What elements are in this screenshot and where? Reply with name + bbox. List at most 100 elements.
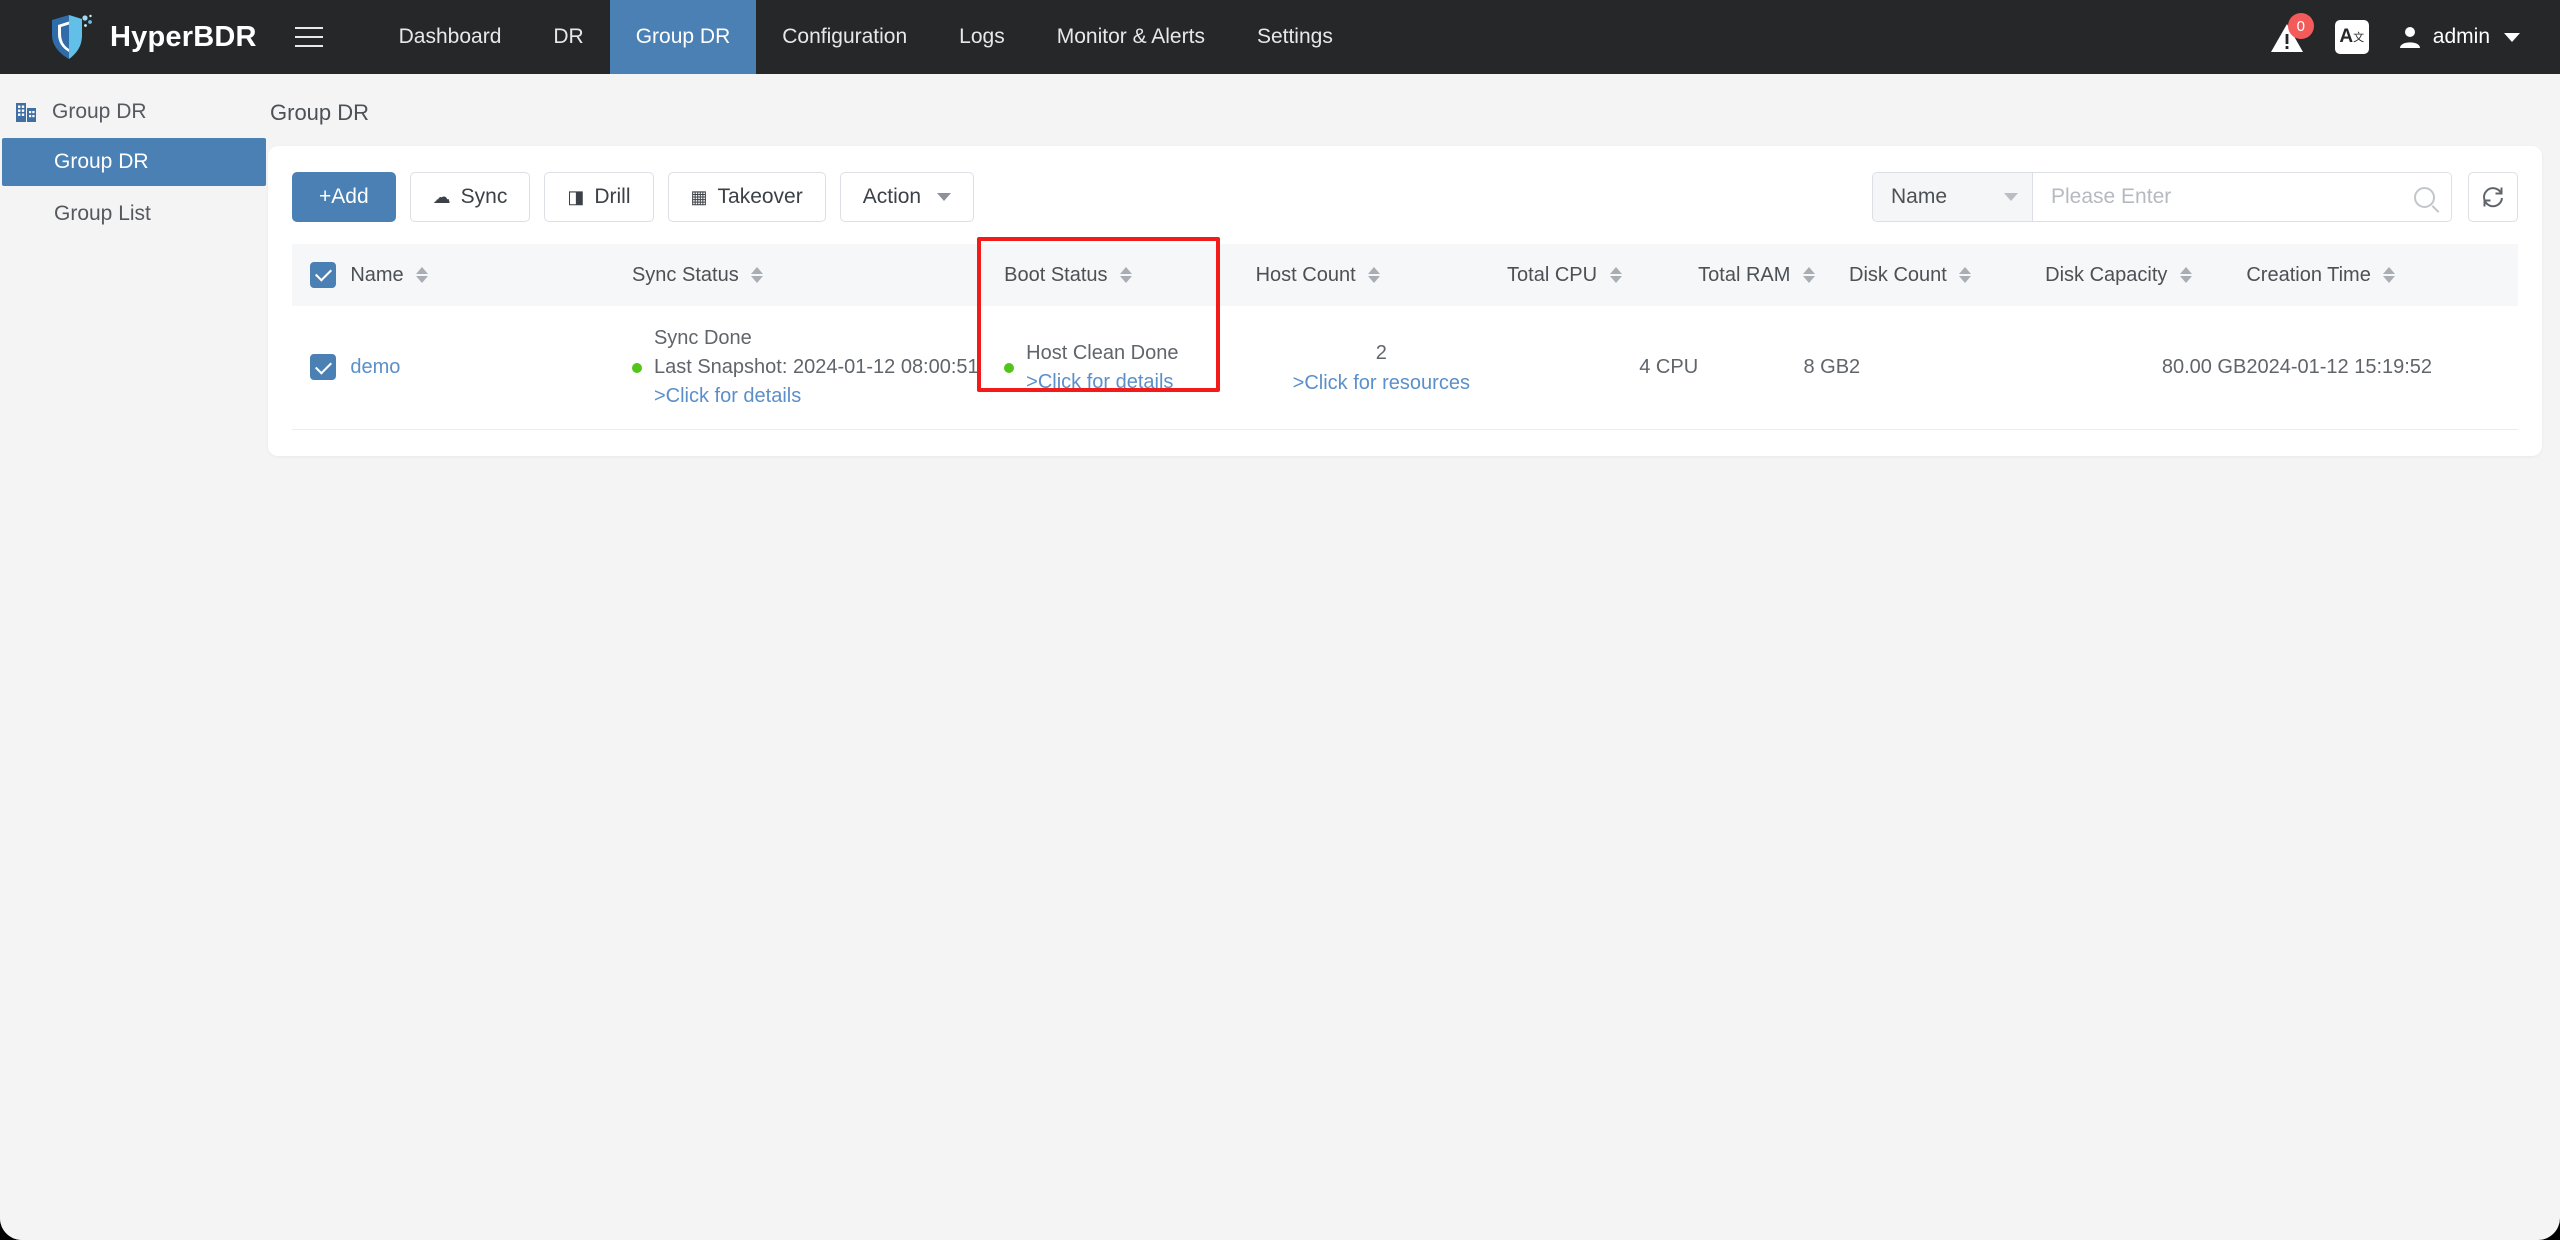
cell-disk-count: 2 <box>1849 306 2046 430</box>
sync-status-text: Sync Done <box>653 327 752 349</box>
sort-icon[interactable] <box>1959 267 1972 284</box>
search-icon[interactable] <box>2414 186 2435 208</box>
sort-icon[interactable] <box>2383 267 2396 284</box>
nav-item-monitor-alerts[interactable]: Monitor & Alerts <box>1031 0 1231 74</box>
column-label-total-ram: Total RAM <box>1698 263 1791 286</box>
sort-icon[interactable] <box>416 267 429 284</box>
hamburger-menu-icon[interactable] <box>283 0 343 74</box>
building-icon <box>16 103 36 122</box>
column-label-sync-status: Sync Status <box>631 263 739 286</box>
sidebar-header-label: Group DR <box>52 100 147 123</box>
user-avatar-icon <box>2399 27 2420 48</box>
refresh-button[interactable] <box>2468 172 2518 222</box>
refresh-icon <box>2483 187 2503 208</box>
action-dropdown-button[interactable]: Action <box>839 172 975 222</box>
search-field-select[interactable]: Name <box>1873 173 2033 221</box>
search-input[interactable] <box>2051 185 2414 209</box>
takeover-button[interactable]: ▦ Takeover <box>667 172 826 222</box>
column-label-host-count: Host Count <box>1255 263 1356 286</box>
browser-viewport: HyperBDR Dashboard DR Group DR Configura… <box>0 0 2560 1240</box>
sync-last-snapshot: Last Snapshot: 2024-01-12 08:00:51 <box>653 356 979 378</box>
boot-status-lines: Host Clean Done >Click for details <box>1026 339 1178 397</box>
column-header-host-count[interactable]: Host Count <box>1255 244 1508 306</box>
takeover-icon: ▦ <box>690 187 708 207</box>
search-input-wrap <box>2033 173 2451 221</box>
column-label-name: Name <box>350 263 404 286</box>
cell-boot-status: Host Clean Done >Click for details <box>1004 306 1256 430</box>
user-name: admin <box>2432 25 2490 48</box>
translate-letter: A <box>2339 26 2354 47</box>
drill-button-label: Drill <box>594 185 631 208</box>
translate-icon[interactable]: A文 <box>2334 20 2369 54</box>
table-row: demo Sync Done Last Snapshot: 2024-01-12… <box>292 306 2518 430</box>
cell-host-count: 2 >Click for resources <box>1255 306 1508 430</box>
column-label-disk-count: Disk Count <box>1849 263 1947 286</box>
select-all-checkbox[interactable] <box>310 261 336 288</box>
nav-item-dashboard[interactable]: Dashboard <box>373 0 528 74</box>
page-title: Group DR <box>270 100 370 125</box>
add-button[interactable]: +Add <box>292 172 396 222</box>
main-content: Group DR +Add ☁ Sync ◨ Drill ▦ Takeover … <box>268 74 2560 1240</box>
sync-details-link[interactable]: >Click for details <box>654 382 979 411</box>
status-dot-icon <box>1004 362 1015 373</box>
sidebar-header: Group DR <box>0 88 268 138</box>
cell-sync-status: Sync Done Last Snapshot: 2024-01-12 08:0… <box>631 306 1005 430</box>
sort-icon[interactable] <box>2180 267 2192 284</box>
chevron-down-icon <box>937 193 952 201</box>
sidebar-item-group-list[interactable]: Group List <box>2 190 266 238</box>
cell-total-cpu: 4 CPU <box>1507 306 1699 430</box>
sort-icon[interactable] <box>1120 267 1133 284</box>
sidebar: Group DR Group DR Group List <box>0 74 268 1240</box>
column-header-sync-status[interactable]: Sync Status <box>631 244 1005 306</box>
page-layout: Group DR Group DR Group List Group DR +A… <box>0 74 2560 1240</box>
drill-button[interactable]: ◨ Drill <box>544 172 654 222</box>
column-label-disk-capacity: Disk Capacity <box>2045 263 2168 286</box>
column-header-boot-status[interactable]: Boot Status <box>1004 244 1256 306</box>
column-header-total-cpu[interactable]: Total CPU <box>1507 244 1699 306</box>
column-label-creation-time: Creation Time <box>2246 263 2371 286</box>
sort-icon[interactable] <box>1802 267 1815 284</box>
row-checkbox[interactable] <box>310 354 336 381</box>
alert-triangle-icon[interactable]: 0 <box>2267 13 2314 57</box>
nav-item-settings[interactable]: Settings <box>1231 0 1359 74</box>
sync-button[interactable]: ☁ Sync <box>409 172 531 222</box>
status-dot-icon <box>631 362 642 373</box>
table-body: demo Sync Done Last Snapshot: 2024-01-12… <box>292 306 2518 430</box>
sort-icon[interactable] <box>1609 267 1622 284</box>
topbar-right-actions: 0 A文 admin <box>2267 0 2560 74</box>
cell-disk-capacity: 80.00 GB <box>2045 306 2247 430</box>
column-header-disk-count[interactable]: Disk Count <box>1849 244 2046 306</box>
table-head: Name Sync Status Boot Status Host Count … <box>292 244 2518 306</box>
sort-icon[interactable] <box>751 267 764 284</box>
shield-logo-icon <box>52 14 92 59</box>
column-header-creation-time[interactable]: Creation Time <box>2246 244 2518 306</box>
host-resources-link[interactable]: >Click for resources <box>1256 368 1507 398</box>
nav-item-group-dr[interactable]: Group DR <box>609 0 757 74</box>
column-header-name[interactable]: Name <box>350 244 632 306</box>
nav-item-dr[interactable]: DR <box>527 0 609 74</box>
boot-details-link[interactable]: >Click for details <box>1026 368 1178 397</box>
column-header-total-ram[interactable]: Total RAM <box>1698 244 1850 306</box>
brand-logo-area[interactable]: HyperBDR <box>0 0 283 74</box>
table-toolbar: +Add ☁ Sync ◨ Drill ▦ Takeover Action Na… <box>292 172 2518 222</box>
nav-item-configuration[interactable]: Configuration <box>756 0 933 74</box>
chevron-down-icon <box>2504 32 2520 42</box>
group-name-link[interactable]: demo <box>350 356 400 378</box>
host-count-value: 2 <box>1375 341 1387 364</box>
cell-name: demo <box>350 306 632 430</box>
column-header-disk-capacity[interactable]: Disk Capacity <box>2045 244 2247 306</box>
sync-status-cell: Sync Done Last Snapshot: 2024-01-12 08:0… <box>631 324 1004 411</box>
sort-icon[interactable] <box>1368 267 1381 284</box>
boot-status-cell: Host Clean Done >Click for details <box>1004 339 1255 397</box>
search-area: Name <box>1872 172 2518 222</box>
sidebar-item-group-dr[interactable]: Group DR <box>2 138 266 186</box>
table-header-row: Name Sync Status Boot Status Host Count … <box>292 244 2518 306</box>
search-group: Name <box>1872 172 2452 222</box>
search-field-value: Name <box>1891 185 1948 208</box>
cell-total-ram: 8 GB <box>1698 306 1850 430</box>
user-menu[interactable]: admin <box>2397 24 2520 50</box>
action-button-label: Action <box>862 185 922 208</box>
translate-sup: 文 <box>2353 32 2365 44</box>
nav-item-logs[interactable]: Logs <box>933 0 1031 74</box>
cell-creation-time: 2024-01-12 15:19:52 <box>2246 306 2518 430</box>
